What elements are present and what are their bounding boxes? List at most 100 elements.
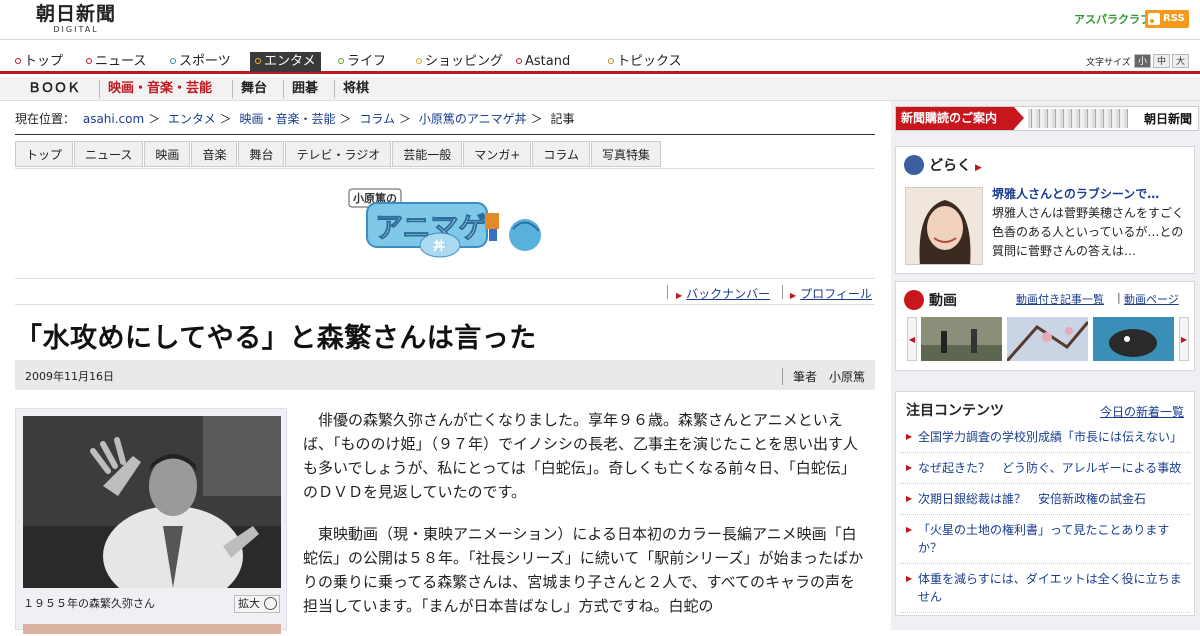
breadcrumb-item[interactable]: 小原篤のアニマゲ丼	[419, 112, 527, 126]
newspaper-image	[1028, 109, 1128, 128]
nav-book[interactable]: ＢＯＯＫ	[20, 80, 88, 98]
divider	[15, 278, 875, 279]
video-icon	[904, 290, 924, 310]
nav-shogi[interactable]: 将棋	[334, 80, 377, 98]
nav-topics[interactable]: トピックス	[608, 52, 682, 72]
nav-entame[interactable]: エンタメ	[250, 52, 321, 72]
triangle-icon: ▶	[906, 432, 913, 441]
bullet-icon	[255, 58, 261, 64]
photo-caption: １９５５年の森繁久弥さん	[23, 597, 155, 610]
banner-graphic: 小原篤の アニマゲ 丼	[348, 188, 541, 258]
nav-igo[interactable]: 囲碁	[283, 80, 326, 98]
divider	[15, 304, 875, 305]
nav-shopping[interactable]: ショッピング	[416, 52, 503, 72]
doraku-photo[interactable]	[905, 187, 983, 265]
svg-text:丼: 丼	[433, 238, 445, 253]
video-panel: 動画 動画付き記事一覧 | 動画ページ ◀ ▶	[895, 281, 1195, 371]
nav-movie-music[interactable]: 映画・音楽・芸能	[99, 80, 220, 98]
triangle-icon: ▶	[906, 525, 913, 534]
nav-life[interactable]: ライフ	[338, 52, 386, 72]
separator	[667, 285, 668, 299]
nav-top[interactable]: トップ	[15, 52, 63, 72]
tab-column[interactable]: コラム	[532, 141, 590, 167]
tab-manga[interactable]: マンガ+	[463, 141, 532, 167]
section-tabs: トップ ニュース 映画 音楽 舞台 テレビ・ラジオ 芸能一般 マンガ+ コラム …	[15, 141, 662, 167]
photo-image	[23, 416, 281, 588]
rss-icon	[1148, 13, 1160, 25]
photo-box: １９５５年の森繁久弥さん 拡大	[15, 408, 287, 634]
bullet-icon	[86, 58, 92, 64]
video-thumbnail[interactable]	[921, 317, 1002, 361]
next-arrow-icon[interactable]: ▶	[1179, 317, 1189, 361]
font-size-small-button[interactable]: 小	[1134, 54, 1151, 68]
tab-music[interactable]: 音楽	[191, 141, 238, 167]
article-author: 筆者 小原篤	[781, 368, 865, 385]
animage-don-banner[interactable]: 小原篤の アニマゲ 丼	[345, 185, 545, 263]
video-page-link[interactable]: 動画ページ	[1124, 291, 1179, 307]
expand-button[interactable]: 拡大	[234, 595, 280, 613]
subscribe-banner[interactable]: 新聞購読のご案内 朝日新聞	[895, 106, 1199, 131]
triangle-icon: ▶	[906, 574, 913, 583]
list-item[interactable]: ▶ 次期日銀総裁は誰？ 安倍新政権の試金石	[900, 484, 1190, 515]
article-meta-bar: 2009年11月16日 筆者 小原篤	[15, 360, 875, 390]
article-body: 俳優の森繁久弥さんが亡くなりました。享年９６歳。森繁さんとアニメといえば、「もの…	[303, 408, 868, 636]
font-size-large-button[interactable]: 大	[1172, 54, 1189, 68]
profile-link[interactable]: ▶ プロフィール	[790, 285, 872, 302]
thumbnail-image	[1093, 317, 1174, 361]
arrow-icon: ▶	[975, 163, 982, 173]
article-photo[interactable]	[23, 416, 281, 588]
divider	[15, 134, 875, 135]
featured-heading: 注目コンテンツ	[906, 403, 1004, 419]
list-item[interactable]: ▶ 体重を減らすには、ダイエットは全く役に立ちません	[900, 564, 1190, 613]
breadcrumb-item[interactable]: 映画・音楽・芸能	[240, 112, 336, 126]
category-nav: ＢＯＯＫ 映画・音楽・芸能 舞台 囲碁 将棋	[0, 77, 1200, 101]
doraku-heading[interactable]: どらく ▶	[904, 155, 982, 175]
doraku-summary: 堺雅人さんは菅野美穂さんをすごく色香のある人といっているが…との質問に菅野さんの…	[992, 206, 1185, 258]
nav-astand[interactable]: Astand	[516, 52, 570, 72]
triangle-icon: ▶	[906, 494, 913, 503]
nav-news[interactable]: ニュース	[86, 52, 146, 72]
prev-arrow-icon[interactable]: ◀	[907, 317, 917, 361]
article-paragraph: 東映動画（現・東映アニメーション）による日本初のカラー長編アニメ映画「白蛇伝」の…	[303, 525, 864, 615]
font-size-medium-button[interactable]: 中	[1153, 54, 1170, 68]
list-item[interactable]: ▶ なぜ起きた？ どう防ぐ、アレルギーによる事故	[900, 453, 1190, 484]
thumbnail-image	[921, 317, 1002, 361]
nav-stage[interactable]: 舞台	[232, 80, 275, 98]
bullet-icon	[170, 58, 176, 64]
breadcrumb-item[interactable]: エンタメ	[168, 112, 216, 126]
video-thumbnail[interactable]	[1093, 317, 1174, 361]
back-number-link[interactable]: ▶ バックナンバー	[676, 285, 770, 302]
article-title: 「水攻めにしてやる」と森繁さんは言った	[15, 323, 537, 354]
video-heading: 動画	[904, 290, 957, 310]
bullet-icon	[416, 58, 422, 64]
video-thumbnail[interactable]	[1007, 317, 1088, 361]
tab-movie[interactable]: 映画	[144, 141, 191, 167]
breadcrumb-item[interactable]: コラム	[359, 112, 395, 126]
main-nav: トップ ニュース スポーツ エンタメ ライフ ショッピング Astand トピッ…	[0, 50, 1200, 74]
article-paragraph: 俳優の森繁久弥さんが亡くなりました。享年９６歳。森繁さんとアニメといえば、「もの…	[303, 411, 859, 501]
tab-entertainment[interactable]: 芸能一般	[392, 141, 463, 167]
asahi-digital-logo[interactable]: 朝日新聞 DIGITAL	[30, 4, 122, 36]
tab-news[interactable]: ニュース	[74, 141, 144, 167]
separator	[782, 285, 783, 299]
todays-new-link[interactable]: 今日の新着一覧	[1100, 403, 1184, 420]
doraku-article-link[interactable]: 堺雅人さんとのラブシーンで…	[992, 185, 1159, 202]
video-articles-link[interactable]: 動画付き記事一覧	[1016, 291, 1104, 307]
tab-stage[interactable]: 舞台	[238, 141, 285, 167]
list-item[interactable]: ▶ 「火星の土地の権利書」って見たことありますか？	[900, 515, 1190, 564]
nav-sports[interactable]: スポーツ	[170, 52, 231, 72]
breadcrumb: 現在位置： asahi.com ＞ エンタメ＞ 映画・音楽・芸能＞ コラム＞ 小原…	[15, 112, 575, 126]
bullet-icon	[15, 58, 21, 64]
second-photo[interactable]	[23, 624, 281, 634]
tab-top[interactable]: トップ	[15, 141, 74, 167]
doraku-icon	[904, 155, 924, 175]
list-item[interactable]: ▶ 全国学力調査の学校別成績「市長には伝えない」	[900, 422, 1190, 453]
breadcrumb-item[interactable]: asahi.com	[83, 112, 144, 126]
asupara-club-link[interactable]: アスパラクラブ	[1074, 11, 1151, 27]
rss-button[interactable]: RSS	[1145, 10, 1189, 28]
featured-content-panel: 注目コンテンツ 今日の新着一覧 ▶ 全国学力調査の学校別成績「市長には伝えない」 …	[895, 391, 1195, 616]
thumbnail-image	[1007, 317, 1088, 361]
tab-tv-radio[interactable]: テレビ・ラジオ	[285, 141, 392, 167]
triangle-icon: ▶	[906, 463, 913, 472]
tab-photo[interactable]: 写真特集	[590, 141, 661, 167]
